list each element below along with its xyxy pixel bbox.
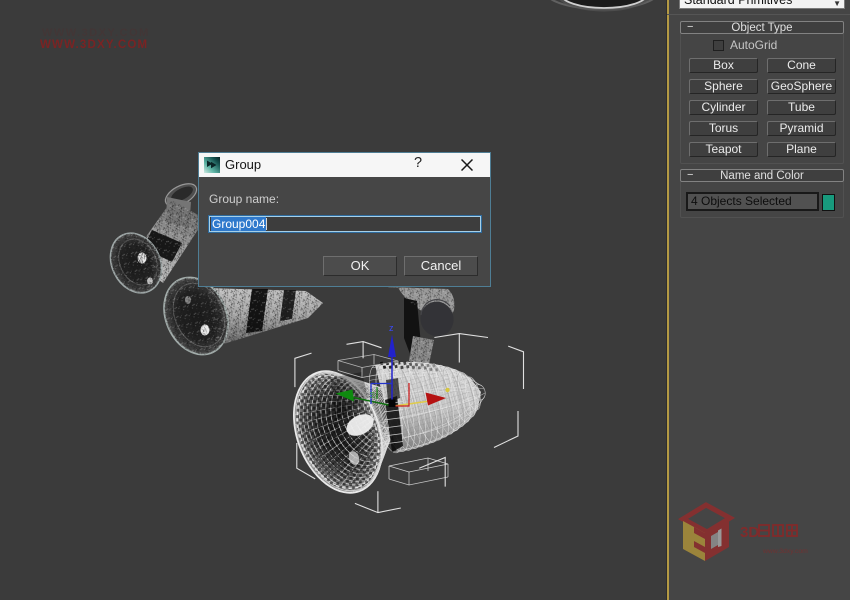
svg-text:z: z — [389, 323, 394, 333]
svg-text:10: 10 — [370, 391, 377, 399]
svg-text:WWW.3DXY.COM: WWW.3DXY.COM — [40, 39, 148, 51]
svg-text:www.3dxy.com: www.3dxy.com — [762, 548, 808, 555]
svg-text:WWW.3DXY.COM: WWW.3DXY.COM — [42, 27, 150, 39]
svg-text:3D: 3D — [740, 524, 759, 541]
